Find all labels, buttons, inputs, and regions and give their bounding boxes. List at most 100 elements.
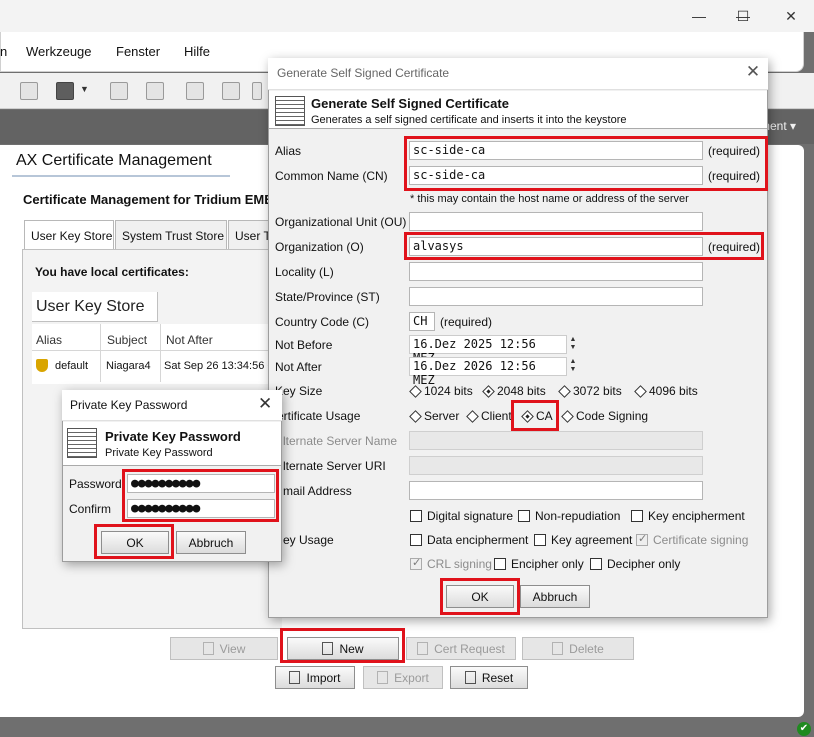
not-after-input[interactable]: 16.Dez 2026 12:56 MEZ bbox=[409, 357, 567, 387]
save-all-icon[interactable] bbox=[146, 82, 164, 100]
checkbox-icon bbox=[410, 510, 422, 522]
view-icon bbox=[202, 642, 214, 655]
radio-selected-icon bbox=[482, 384, 495, 398]
state-label: State/Province (ST) bbox=[275, 290, 380, 304]
menu-fenster[interactable]: Fenster bbox=[116, 44, 160, 59]
radio-label: 3072 bits bbox=[573, 384, 622, 398]
close-window-icon[interactable]: ✕ bbox=[768, 0, 814, 32]
tab-user-key-store[interactable]: User Key Store bbox=[24, 220, 114, 250]
certificate-document-icon bbox=[275, 96, 305, 126]
data-encipherment-checkbox[interactable]: Data encipherment bbox=[410, 533, 528, 547]
checkbox-icon bbox=[410, 534, 422, 546]
radio-icon bbox=[561, 409, 574, 423]
state-input[interactable] bbox=[409, 287, 703, 306]
cn-note: * this may contain the host name or addr… bbox=[410, 193, 689, 205]
key-encipherment-checkbox[interactable]: Key encipherment bbox=[631, 509, 745, 523]
org-label: Organization (O) bbox=[275, 240, 364, 254]
encipher-only-checkbox[interactable]: Encipher only bbox=[494, 557, 584, 571]
country-required: (required) bbox=[440, 315, 493, 329]
chevron-down-icon[interactable]: ▼ bbox=[80, 84, 89, 94]
alias-cn-highlight bbox=[404, 136, 768, 191]
column-header-subject[interactable]: Subject bbox=[107, 333, 147, 347]
decipher-only-checkbox[interactable]: Decipher only bbox=[590, 557, 680, 571]
cn-label: Common Name (CN) bbox=[275, 169, 388, 183]
delete-icon bbox=[552, 642, 564, 655]
usage-code-signing-radio[interactable]: Code Signing bbox=[561, 409, 648, 423]
checkbox-icon bbox=[631, 510, 643, 522]
usage-server-radio[interactable]: Server bbox=[409, 409, 459, 423]
alt-uri-input[interactable] bbox=[409, 456, 703, 475]
key-size-1024-radio[interactable]: 1024 bits bbox=[409, 384, 473, 398]
generate-cancel-button[interactable]: Abbruch bbox=[520, 585, 590, 608]
private-key-cancel-button[interactable]: Abbruch bbox=[176, 531, 246, 554]
alt-name-input[interactable] bbox=[409, 431, 703, 450]
close-icon[interactable]: ✕ bbox=[258, 394, 272, 414]
column-header-not-after[interactable]: Not After bbox=[166, 333, 213, 347]
cert-request-button[interactable]: Cert Request bbox=[406, 637, 516, 660]
info-icon[interactable] bbox=[20, 82, 38, 100]
tool-icon[interactable] bbox=[252, 82, 262, 100]
close-icon[interactable]: ✕ bbox=[744, 62, 762, 82]
cert-request-icon bbox=[417, 642, 429, 655]
document-icon[interactable] bbox=[186, 82, 204, 100]
ou-input[interactable] bbox=[409, 212, 703, 231]
reset-button[interactable]: Reset bbox=[450, 666, 528, 689]
key-size-3072-radio[interactable]: 3072 bits bbox=[558, 384, 622, 398]
private-key-header-title: Private Key Password bbox=[105, 429, 241, 444]
radio-icon bbox=[558, 384, 571, 398]
radio-icon bbox=[409, 384, 422, 398]
tab-user-trust-store[interactable]: User T bbox=[228, 220, 270, 250]
edit-icon[interactable] bbox=[222, 82, 240, 100]
non-repudiation-checkbox[interactable]: Non-repudiation bbox=[518, 509, 620, 523]
not-before-spinner-icon[interactable]: ▲ ▼ bbox=[569, 336, 577, 353]
key-size-4096-radio[interactable]: 4096 bits bbox=[634, 384, 698, 398]
maximize-icon[interactable]: ☐ bbox=[720, 0, 766, 32]
not-before-label: Not Before bbox=[275, 338, 333, 352]
column-header-alias[interactable]: Alias bbox=[36, 333, 62, 347]
not-before-input[interactable]: 16.Dez 2025 12:56 MEZ bbox=[409, 335, 567, 365]
key-size-label: Key Size bbox=[275, 384, 323, 398]
checkbox-label: CRL signing bbox=[427, 557, 492, 571]
key-document-icon bbox=[67, 428, 97, 458]
export-label: Export bbox=[394, 670, 429, 685]
tab-system-trust-store[interactable]: System Trust Store bbox=[115, 220, 227, 250]
radio-label: 4096 bits bbox=[649, 384, 698, 398]
key-agreement-checkbox[interactable]: Key agreement bbox=[534, 533, 632, 547]
locality-input[interactable] bbox=[409, 262, 703, 281]
page-title: AX Certificate Management bbox=[16, 152, 212, 169]
radio-label: Client bbox=[481, 409, 512, 423]
export-button[interactable]: Export bbox=[363, 666, 443, 689]
country-input[interactable]: CH bbox=[409, 312, 435, 331]
view-label: View bbox=[219, 641, 246, 656]
menu-werkzeuge[interactable]: Werkzeuge bbox=[26, 44, 92, 59]
password-label: Password bbox=[69, 477, 122, 491]
import-button[interactable]: Import bbox=[275, 666, 355, 689]
generate-header-subtitle: Generates a self signed certificate and … bbox=[311, 114, 627, 126]
digital-signature-checkbox[interactable]: Digital signature bbox=[410, 509, 513, 523]
email-input[interactable] bbox=[409, 481, 703, 500]
checkbox-icon bbox=[494, 558, 506, 570]
minimize-glyph-button[interactable]: — bbox=[676, 0, 722, 32]
usage-client-radio[interactable]: Client bbox=[466, 409, 512, 423]
alt-uri-label: lternate Server URI bbox=[283, 459, 386, 473]
view-button[interactable]: View bbox=[170, 637, 278, 660]
not-after-label: Not After bbox=[275, 360, 322, 374]
menu-item-partial[interactable]: n bbox=[0, 44, 7, 59]
menu-hilfe[interactable]: Hilfe bbox=[184, 44, 210, 59]
certificate-signing-checkbox[interactable]: Certificate signing bbox=[636, 532, 748, 547]
delete-label: Delete bbox=[569, 641, 604, 656]
key-size-2048-radio[interactable]: 2048 bits bbox=[482, 384, 546, 398]
save-icon[interactable] bbox=[110, 82, 128, 100]
checkbox-checked-icon bbox=[636, 532, 648, 546]
delete-button[interactable]: Delete bbox=[522, 637, 634, 660]
radio-icon bbox=[466, 409, 479, 423]
checkbox-label: Key encipherment bbox=[648, 509, 745, 523]
row-not-after: Sat Sep 26 13:34:56 C bbox=[164, 360, 276, 372]
import-label: Import bbox=[306, 670, 341, 685]
folder-icon[interactable] bbox=[56, 82, 74, 100]
private-key-ok-highlight bbox=[94, 524, 174, 559]
crl-signing-checkbox[interactable]: CRL signing bbox=[410, 556, 492, 571]
not-after-spinner-icon[interactable]: ▲ ▼ bbox=[569, 358, 577, 375]
generate-dialog-title: Generate Self Signed Certificate bbox=[277, 66, 450, 80]
password-highlight bbox=[122, 469, 279, 522]
